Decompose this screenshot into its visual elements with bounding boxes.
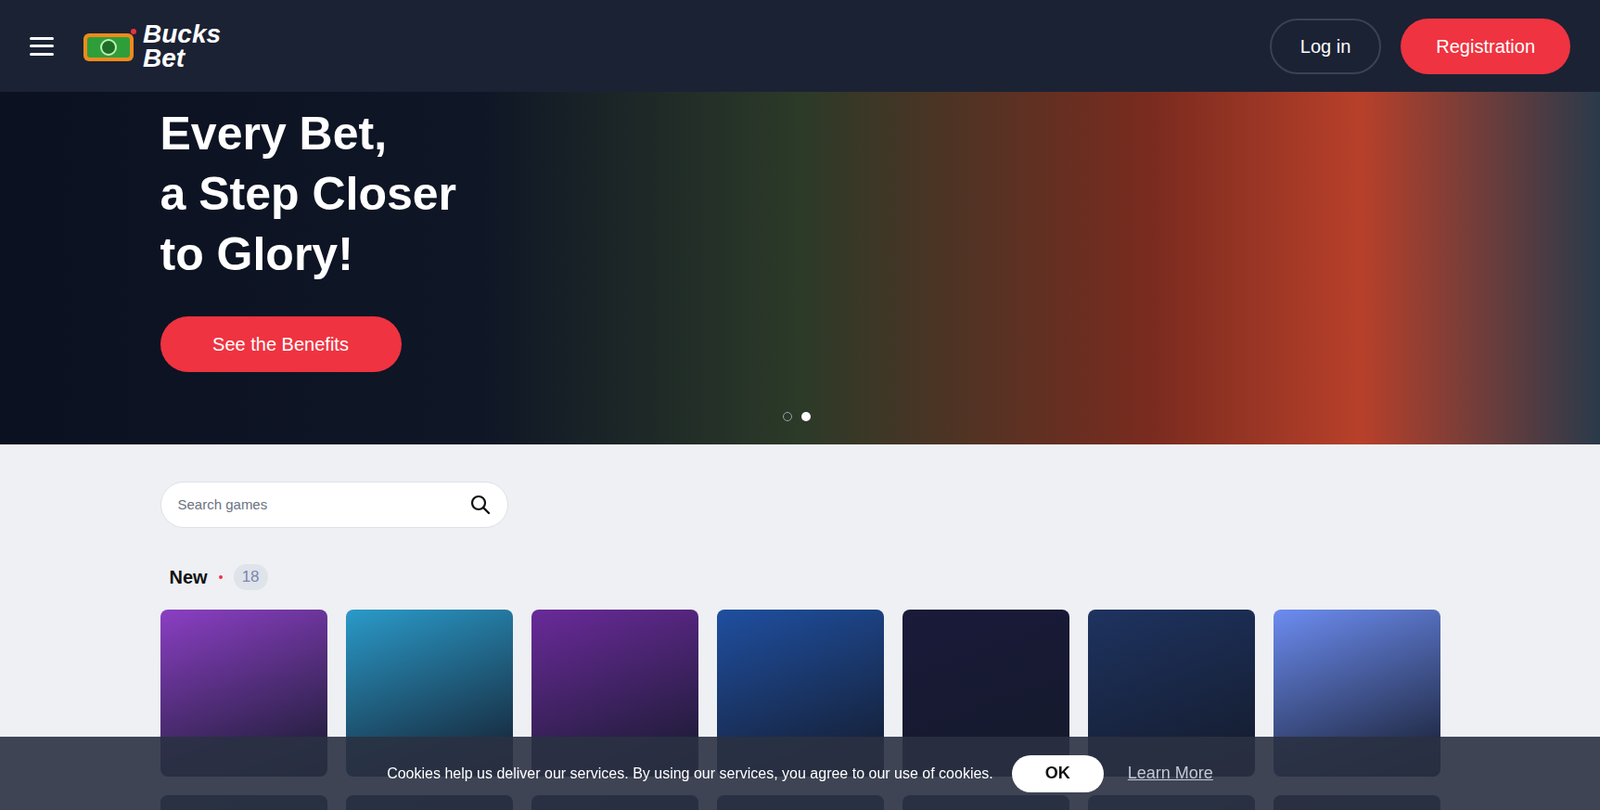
registration-button[interactable]: Registration bbox=[1400, 18, 1571, 75]
dot-icon bbox=[218, 575, 223, 579]
search-input[interactable] bbox=[178, 494, 471, 516]
logo-text: Bet bbox=[142, 46, 221, 70]
logo-text: Bucks bbox=[142, 22, 221, 46]
menu-icon[interactable] bbox=[29, 37, 54, 56]
search-box bbox=[160, 481, 509, 528]
carousel-dots bbox=[782, 411, 811, 422]
cookie-text: Cookies help us deliver our services. By… bbox=[386, 762, 994, 785]
cookie-bar: Cookies help us deliver our services. By… bbox=[0, 736, 1600, 810]
benefits-button[interactable]: See the Benefits bbox=[160, 316, 402, 372]
hero-banner: Every Bet,a Step Closerto Glory! See the … bbox=[0, 91, 1600, 445]
top-bar: BucksBet Log in Registration bbox=[0, 0, 1600, 92]
carousel-dot[interactable] bbox=[801, 411, 811, 422]
logo[interactable]: BucksBet bbox=[81, 22, 221, 69]
section-title: New bbox=[169, 563, 208, 591]
carousel-dot[interactable] bbox=[782, 411, 793, 422]
count-badge: 18 bbox=[233, 563, 269, 590]
search-icon[interactable] bbox=[470, 494, 491, 515]
cash-icon bbox=[81, 27, 138, 65]
login-button[interactable]: Log in bbox=[1269, 18, 1383, 75]
section-header: New 18 bbox=[160, 563, 1441, 591]
hero-title: Every Bet,a Step Closerto Glory! bbox=[160, 103, 1441, 285]
learn-more-link[interactable]: Learn More bbox=[1127, 760, 1214, 786]
ok-button[interactable]: OK bbox=[1011, 755, 1104, 793]
